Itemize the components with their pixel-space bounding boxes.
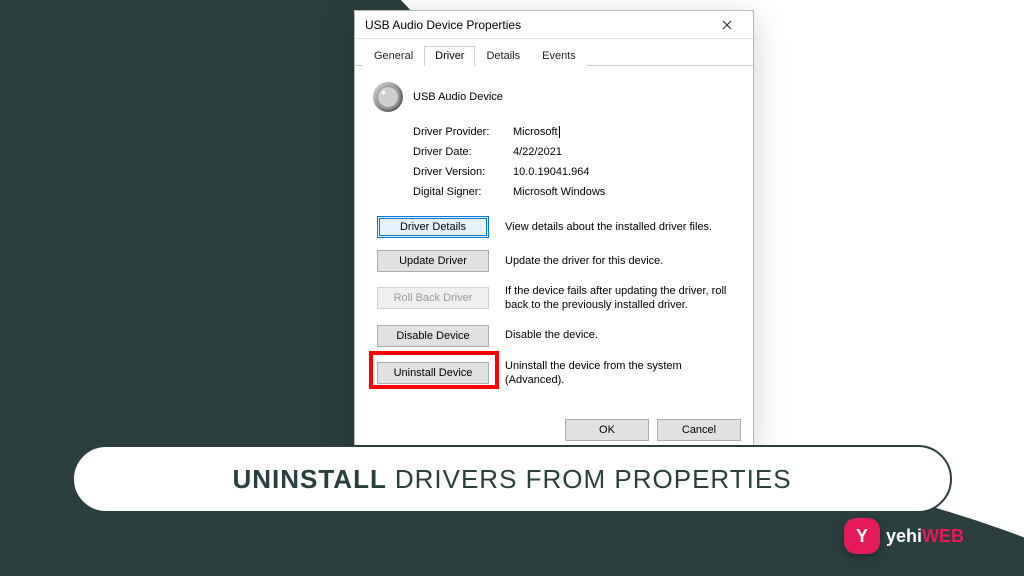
tab-events[interactable]: Events <box>531 46 587 66</box>
row-rollback-driver: Roll Back Driver If the device fails aft… <box>377 284 739 313</box>
caption-rest: DRIVERS FROM PROPERTIES <box>395 464 792 495</box>
label-signer: Digital Signer: <box>413 186 513 198</box>
speaker-icon <box>373 82 403 112</box>
brand-text-1: yehi <box>886 526 922 546</box>
close-icon[interactable] <box>709 13 745 37</box>
tab-strip: General Driver Details Events <box>355 39 753 66</box>
driver-details-desc: View details about the installed driver … <box>505 220 739 234</box>
value-date: 4/22/2021 <box>513 146 739 158</box>
value-signer: Microsoft Windows <box>513 186 739 198</box>
row-disable-device: Disable Device Disable the device. <box>377 325 739 347</box>
brand-text-2: WEB <box>922 526 964 546</box>
uninstall-device-button[interactable]: Uninstall Device <box>377 362 489 384</box>
stage: USB Audio Device Properties General Driv… <box>0 0 1024 576</box>
disable-device-button[interactable]: Disable Device <box>377 325 489 347</box>
device-name: USB Audio Device <box>413 91 503 103</box>
label-date: Driver Date: <box>413 146 513 158</box>
brand-logo: Y yehiWEB <box>844 518 964 554</box>
tab-driver[interactable]: Driver <box>424 46 475 66</box>
caption-pill: UNINSTALL DRIVERS FROM PROPERTIES <box>72 445 952 513</box>
tab-pane-driver: USB Audio Device Driver Provider: Micros… <box>355 66 753 411</box>
tab-general[interactable]: General <box>363 46 424 66</box>
driver-properties: Driver Provider: Microsoft Driver Date: … <box>413 126 739 198</box>
row-uninstall-device: Uninstall Device Uninstall the device fr… <box>377 359 739 388</box>
caption-bold: UNINSTALL <box>232 464 386 495</box>
driver-details-button[interactable]: Driver Details <box>377 216 489 238</box>
row-update-driver: Update Driver Update the driver for this… <box>377 250 739 272</box>
tab-details[interactable]: Details <box>475 46 531 66</box>
uninstall-device-desc: Uninstall the device from the system (Ad… <box>505 359 739 388</box>
rollback-driver-button: Roll Back Driver <box>377 287 489 309</box>
label-version: Driver Version: <box>413 166 513 178</box>
row-driver-details: Driver Details View details about the in… <box>377 216 739 238</box>
update-driver-desc: Update the driver for this device. <box>505 254 739 268</box>
ok-button[interactable]: OK <box>565 419 649 441</box>
disable-device-desc: Disable the device. <box>505 328 739 342</box>
rollback-driver-desc: If the device fails after updating the d… <box>505 284 739 313</box>
properties-dialog: USB Audio Device Properties General Driv… <box>354 10 754 454</box>
brand-badge-icon: Y <box>844 518 880 554</box>
cancel-button[interactable]: Cancel <box>657 419 741 441</box>
value-version: 10.0.19041.964 <box>513 166 739 178</box>
device-header: USB Audio Device <box>373 82 739 112</box>
value-provider: Microsoft <box>513 126 739 138</box>
update-driver-button[interactable]: Update Driver <box>377 250 489 272</box>
titlebar[interactable]: USB Audio Device Properties <box>355 11 753 39</box>
brand-text: yehiWEB <box>886 526 964 547</box>
window-title: USB Audio Device Properties <box>365 18 521 32</box>
label-provider: Driver Provider: <box>413 126 513 138</box>
